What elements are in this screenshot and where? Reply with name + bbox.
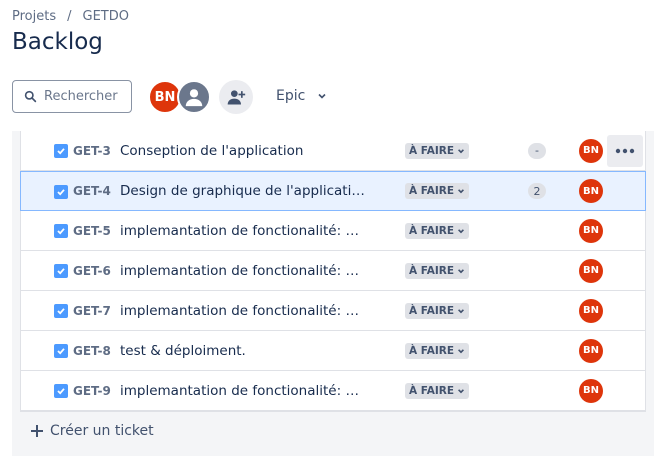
create-issue-button[interactable]: Créer un ticket [30, 423, 154, 439]
assignee-avatar[interactable]: BN [579, 258, 603, 283]
issue-summary[interactable]: implemantation de fonctionalité: Das… [120, 303, 365, 319]
assignee-avatar[interactable]: BN [579, 218, 603, 243]
issue-key[interactable]: GET-9 [73, 384, 111, 398]
issue-row[interactable]: GET-5 implemantation de fonctionalité: Cr… [21, 211, 645, 251]
epic-filter-label: Epic [276, 88, 306, 104]
status-label: À FAIRE [409, 264, 455, 277]
story-type-icon [54, 144, 68, 158]
issue-row[interactable]: GET-4 Design de graphique de l'applicatio… [20, 171, 646, 211]
breadcrumb-projects-link[interactable]: Projets [12, 9, 56, 24]
issue-summary[interactable]: Conseption de l'application [120, 143, 365, 159]
status-label: À FAIRE [409, 384, 455, 397]
chevron-down-icon [458, 308, 465, 313]
status-dropdown[interactable]: À FAIRE [405, 142, 470, 159]
story-points-badge[interactable]: 2 [528, 183, 546, 199]
issue-key[interactable]: GET-8 [73, 344, 111, 358]
search-placeholder: Rechercher [44, 89, 118, 104]
status-dropdown[interactable]: À FAIRE [405, 302, 470, 319]
story-type-icon [54, 384, 68, 398]
chevron-down-icon [458, 388, 465, 393]
assignee-avatar[interactable]: BN [579, 338, 603, 363]
issue-summary[interactable]: test & déploiment. [120, 343, 365, 359]
issue-row[interactable]: GET-3 Conseption de l'application À FAIRE -… [21, 131, 645, 171]
search-icon [24, 90, 37, 103]
chevron-down-icon [458, 228, 465, 233]
story-type-icon [54, 344, 68, 358]
status-label: À FAIRE [409, 344, 455, 357]
chevron-down-icon [458, 348, 465, 353]
status-dropdown[interactable]: À FAIRE [405, 222, 470, 239]
issue-key[interactable]: GET-7 [73, 304, 111, 318]
more-icon [615, 148, 635, 154]
assignee-avatar[interactable]: BN [579, 378, 603, 403]
chevron-down-icon [318, 93, 326, 99]
status-dropdown[interactable]: À FAIRE [405, 183, 470, 199]
status-dropdown[interactable]: À FAIRE [405, 382, 470, 399]
backlog-toolbar: Rechercher BN Epic [12, 80, 652, 114]
issue-summary[interactable]: Design de graphique de l'application [120, 183, 365, 199]
breadcrumb-project-link[interactable]: GETDO [83, 9, 129, 24]
story-type-icon [54, 185, 68, 199]
epic-filter-dropdown[interactable]: Epic [276, 88, 327, 104]
issue-key[interactable]: GET-6 [73, 264, 111, 278]
issue-summary[interactable]: implemantation de fonctionalité: Visi… [120, 263, 365, 279]
page-title: Backlog [12, 29, 103, 55]
chevron-down-icon [458, 189, 465, 194]
chevron-down-icon [458, 268, 465, 273]
story-type-icon [54, 264, 68, 278]
add-user-icon [227, 90, 246, 105]
issue-summary[interactable]: implemantation de fonctionalité: Aut… [120, 383, 365, 399]
story-points-badge[interactable]: - [528, 142, 546, 159]
issue-key[interactable]: GET-4 [73, 184, 111, 198]
issue-key[interactable]: GET-3 [73, 144, 111, 158]
backlog-panel: GET-3 Conseption de l'application À FAIRE -… [12, 131, 654, 456]
issue-row[interactable]: GET-9 implemantation de fonctionalité: Au… [21, 371, 645, 411]
status-dropdown[interactable]: À FAIRE [405, 262, 470, 279]
issue-summary[interactable]: implemantation de fonctionalité: Cre… [120, 223, 365, 239]
assignee-avatar[interactable]: BN [579, 138, 603, 163]
assignee-avatar[interactable]: BN [579, 298, 603, 323]
assignee-avatar[interactable]: BN [579, 179, 603, 203]
avatar-filter-unassigned[interactable] [177, 80, 211, 114]
status-label: À FAIRE [409, 144, 455, 157]
more-actions-button[interactable] [607, 135, 643, 167]
add-people-button[interactable] [219, 80, 253, 114]
status-label: À FAIRE [409, 185, 455, 197]
issue-row[interactable]: GET-8 test & déploiment. À FAIRE BN [21, 331, 645, 371]
status-label: À FAIRE [409, 224, 455, 237]
user-icon [185, 89, 203, 107]
issue-row[interactable]: GET-6 implemantation de fonctionalité: Vi… [21, 251, 645, 291]
status-label: À FAIRE [409, 304, 455, 317]
story-type-icon [54, 224, 68, 238]
story-type-icon [54, 304, 68, 318]
breadcrumb-separator: / [67, 9, 72, 24]
status-dropdown[interactable]: À FAIRE [405, 342, 470, 359]
issue-row[interactable]: GET-7 implemantation de fonctionalité: Da… [21, 291, 645, 331]
breadcrumb: Projets / GETDO [12, 9, 129, 24]
search-input[interactable]: Rechercher [12, 80, 132, 113]
plus-icon [31, 425, 43, 437]
issue-list: GET-3 Conseption de l'application À FAIRE -… [20, 131, 646, 412]
chevron-down-icon [458, 148, 465, 153]
create-issue-label: Créer un ticket [50, 423, 154, 439]
issue-key[interactable]: GET-5 [73, 224, 111, 238]
